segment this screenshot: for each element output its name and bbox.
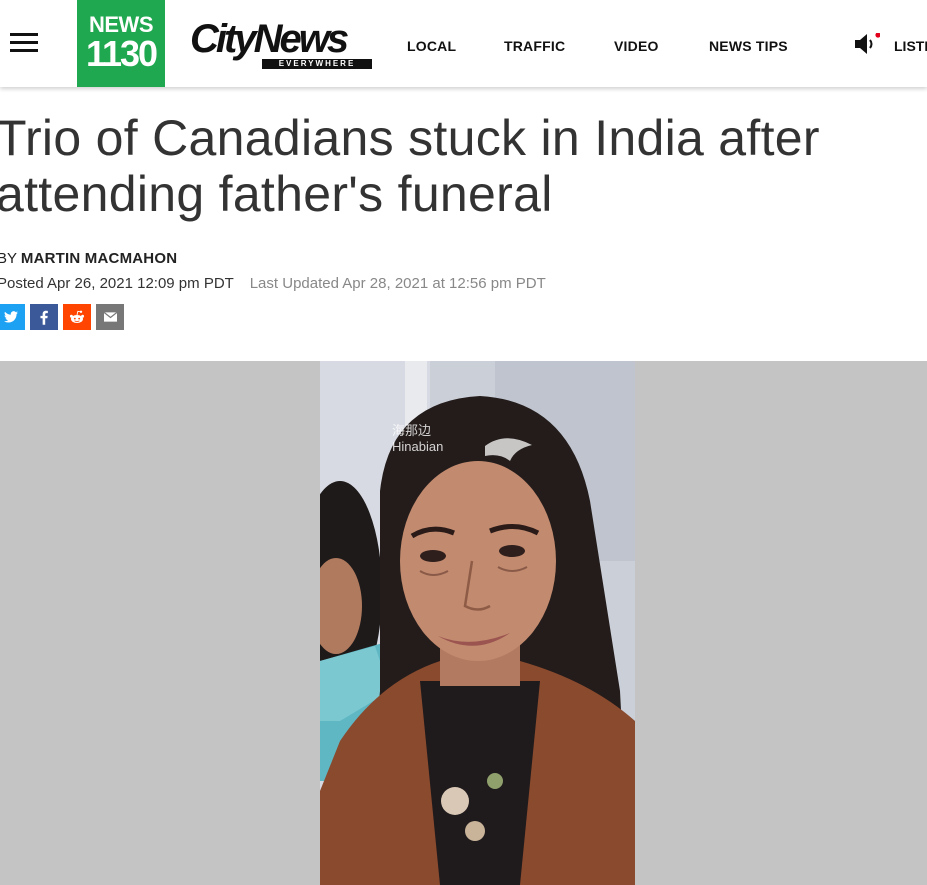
byline: BY MARTIN MACMAHON — [0, 250, 177, 267]
citynews-tagline: EVERYWHERE — [262, 59, 372, 69]
email-icon — [103, 312, 117, 322]
news1130-logo[interactable]: NEWS 1130 — [77, 0, 165, 87]
byline-prefix: BY — [0, 250, 17, 267]
article-photo-container: 海那边 Hinabian — [0, 361, 927, 885]
article-dates: Posted Apr 26, 2021 12:09 pm PDT Last Up… — [0, 275, 546, 292]
twitter-icon — [4, 311, 18, 323]
speaker-icon[interactable] — [854, 33, 880, 55]
woman-selfie-image — [320, 361, 635, 885]
share-twitter-button[interactable] — [0, 304, 25, 330]
share-email-button[interactable] — [96, 304, 124, 330]
updated-date: Last Updated Apr 28, 2021 at 12:56 pm PD… — [249, 275, 546, 292]
posted-date: Posted Apr 26, 2021 12:09 pm PDT — [0, 275, 234, 292]
watermark-en: Hinabian — [392, 439, 444, 454]
share-facebook-button[interactable] — [30, 304, 58, 330]
author-name[interactable]: MARTIN MACMAHON — [21, 250, 177, 267]
watermark-cn: 海那边 — [392, 423, 432, 438]
citynews-wordmark: CityNews — [190, 17, 349, 61]
hamburger-menu-icon[interactable] — [10, 33, 38, 53]
site-header: NEWS 1130 CityNews EVERYWHERE LOCAL TRAF… — [0, 0, 927, 87]
article-headline: Trio of Canadians stuck in India after a… — [0, 110, 820, 222]
reddit-icon — [69, 310, 85, 323]
listen-live-link[interactable]: LISTE — [894, 38, 927, 54]
logo-line-number: 1130 — [85, 33, 158, 74]
facebook-icon — [40, 310, 48, 325]
nav-video[interactable]: VIDEO — [614, 38, 659, 54]
nav-local[interactable]: LOCAL — [407, 38, 456, 54]
share-reddit-button[interactable] — [63, 304, 91, 330]
nav-traffic[interactable]: TRAFFIC — [504, 38, 565, 54]
citynews-logo[interactable]: CityNews EVERYWHERE — [190, 18, 376, 72]
nav-news-tips[interactable]: NEWS TIPS — [709, 38, 788, 54]
article-photo[interactable]: 海那边 Hinabian — [320, 361, 635, 885]
photo-watermark: 海那边 Hinabian — [392, 423, 443, 455]
